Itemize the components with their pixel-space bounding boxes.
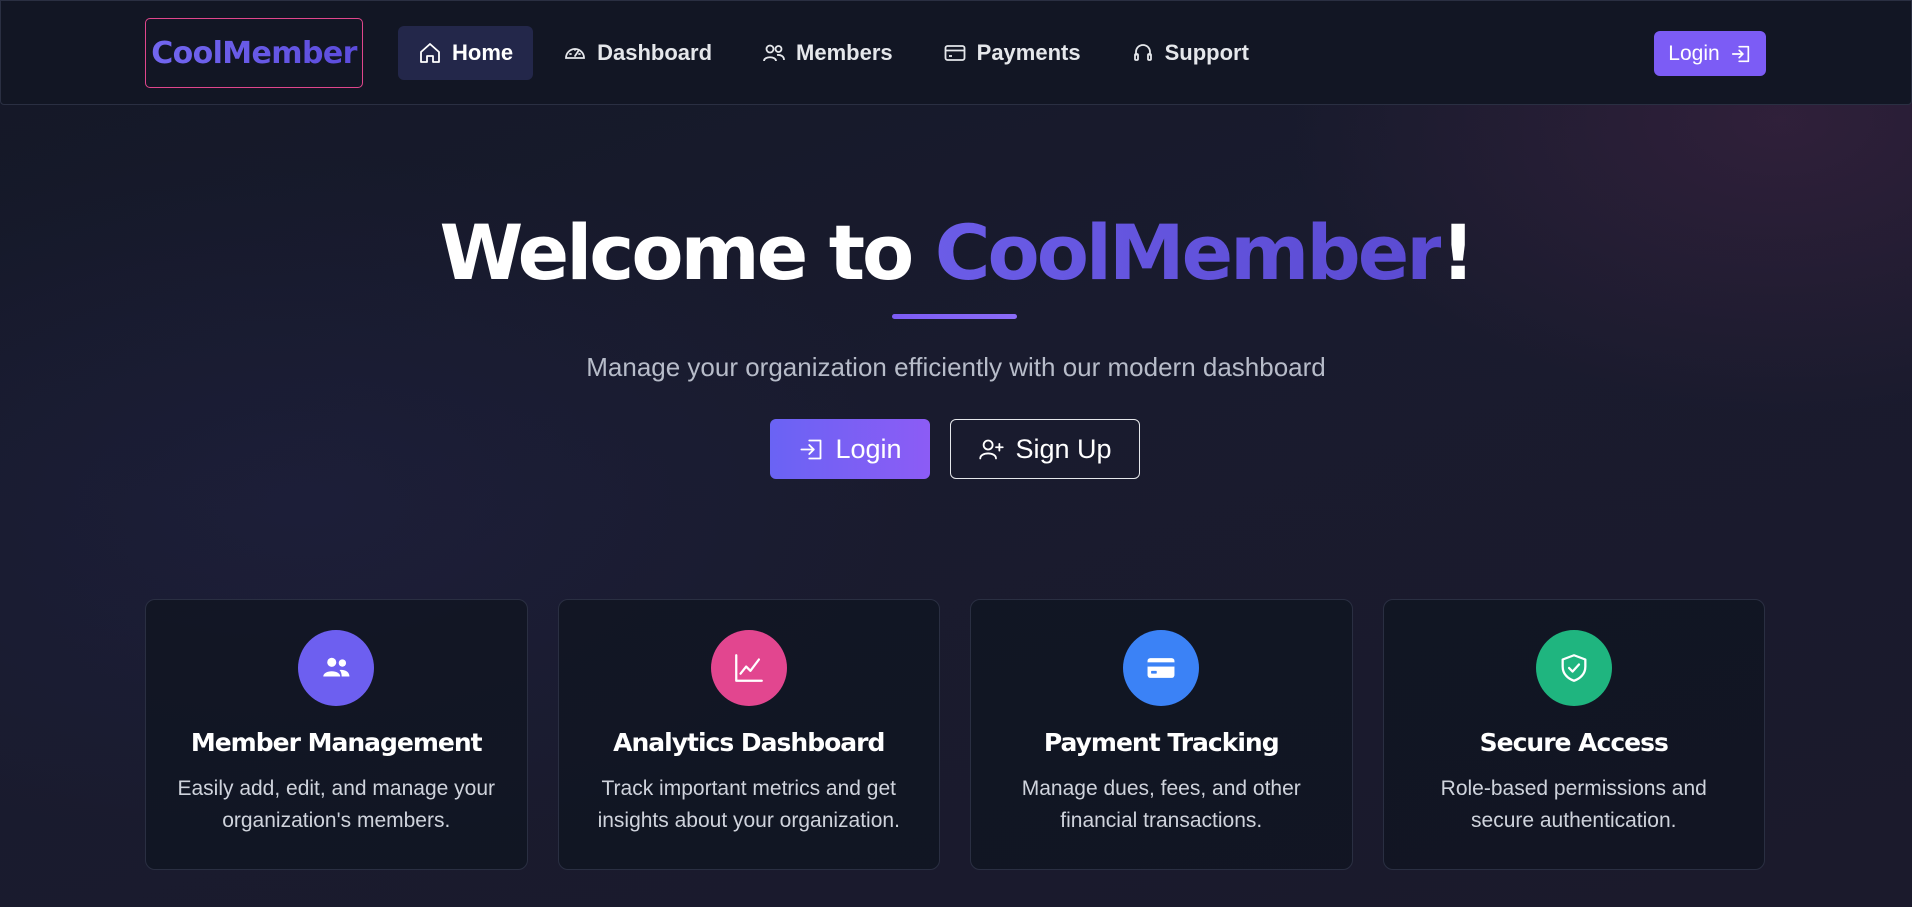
hero-signup-button[interactable]: Sign Up — [950, 419, 1140, 479]
hero-title: Welcome to CoolMember! — [0, 205, 1912, 300]
home-icon — [420, 43, 440, 63]
feature-icon-circle — [710, 630, 787, 706]
feature-card-secure-access: Secure Access Role-based permissions and… — [1382, 599, 1765, 870]
hero-subtitle: Manage your organization efficiently wit… — [586, 352, 1326, 382]
nav-item-members[interactable]: Members — [742, 26, 913, 80]
hero-title-suffix: ! — [1440, 208, 1476, 297]
nav-item-home[interactable]: Home — [398, 26, 534, 80]
hero-title-prefix: Welcome to — [439, 208, 935, 297]
feature-icon-circle — [1535, 630, 1612, 706]
hero-login-label: Login — [835, 433, 902, 464]
speedometer-icon — [565, 48, 586, 59]
nav-login-button[interactable]: Login — [1654, 31, 1766, 76]
headset-icon — [1133, 44, 1152, 61]
person-plus-icon — [979, 439, 1005, 459]
feature-title: Payment Tracking — [1043, 728, 1280, 757]
feature-description: Manage dues, fees, and other financial t… — [1021, 777, 1301, 832]
users-icon — [763, 44, 785, 62]
nav-login-label: Login — [1668, 41, 1720, 65]
login-icon — [800, 439, 822, 459]
graph-icon — [734, 654, 763, 682]
nav-item-support[interactable]: Support — [1111, 26, 1269, 80]
feature-title: Secure Access — [1479, 728, 1669, 757]
hero-underline — [892, 314, 1017, 319]
shield-check-icon — [1561, 654, 1587, 682]
nav-item-label: Home — [452, 40, 514, 65]
feature-icon-circle — [298, 630, 375, 706]
feature-card-analytics-dashboard: Analytics Dashboard Track important metr… — [557, 599, 940, 870]
feature-description: Easily add, edit, and manage your organi… — [177, 777, 496, 832]
login-icon — [1731, 45, 1749, 62]
hero-login-button[interactable]: Login — [770, 419, 930, 479]
hero-signup-label: Sign Up — [1015, 433, 1112, 464]
feature-title: Member Management — [190, 728, 483, 757]
feature-icon-circle — [1123, 630, 1200, 706]
feature-card-payment-tracking: Payment Tracking Manage dues, fees, and … — [970, 599, 1353, 870]
credit-card-icon — [944, 45, 966, 61]
brand-logo[interactable]: CoolMember — [145, 18, 363, 88]
main-nav: Home Dashboard Members Payments Support — [398, 26, 1269, 80]
nav-item-label: Support — [1164, 40, 1249, 65]
top-navbar: CoolMember Home Dashboard Members Paymen… — [0, 0, 1912, 105]
nav-item-label: Payments — [976, 40, 1081, 65]
features-grid: Member Management Easily add, edit, and … — [145, 599, 1765, 870]
people-icon — [323, 657, 350, 677]
feature-description: Role-based permissions and secure authen… — [1440, 777, 1707, 832]
nav-item-label: Members — [796, 40, 893, 65]
nav-item-payments[interactable]: Payments — [923, 26, 1101, 80]
nav-item-dashboard[interactable]: Dashboard — [543, 26, 732, 80]
hero-title-accent: CoolMember — [934, 208, 1444, 297]
nav-item-label: Dashboard — [597, 40, 713, 65]
card-icon — [1147, 658, 1175, 678]
feature-card-member-management: Member Management Easily add, edit, and … — [145, 599, 528, 870]
feature-title: Analytics Dashboard — [613, 728, 885, 757]
feature-description: Track important metrics and get insights… — [597, 777, 900, 832]
